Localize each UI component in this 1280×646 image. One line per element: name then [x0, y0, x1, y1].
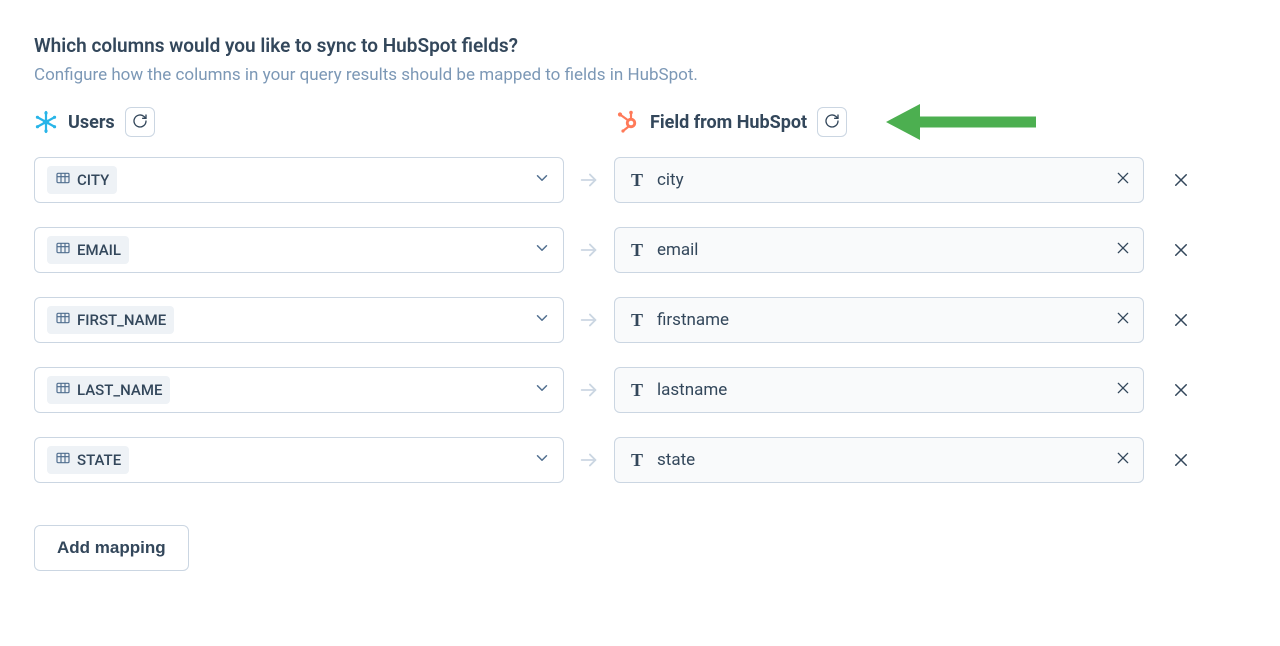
add-mapping-button[interactable]: Add mapping	[34, 525, 189, 571]
table-icon	[55, 240, 71, 260]
dest-field-select[interactable]: T firstname	[614, 297, 1144, 343]
source-column-select[interactable]: EMAIL	[34, 227, 564, 273]
text-type-icon: T	[627, 380, 647, 401]
dest-field-select[interactable]: T email	[614, 227, 1144, 273]
remove-mapping-button[interactable]	[1172, 241, 1190, 259]
clear-dest-button[interactable]	[1115, 380, 1131, 400]
chevron-down-icon	[533, 169, 551, 191]
text-type-icon: T	[627, 450, 647, 471]
map-arrow-icon	[564, 449, 614, 471]
dest-field-select[interactable]: T city	[614, 157, 1144, 203]
chevron-down-icon	[533, 309, 551, 331]
clear-dest-button[interactable]	[1115, 310, 1131, 330]
remove-mapping-button[interactable]	[1172, 311, 1190, 329]
mapping-rows: CITY T city EMAIL	[34, 157, 1246, 483]
dest-field-text: state	[657, 450, 695, 470]
chevron-down-icon	[533, 379, 551, 401]
clear-dest-button[interactable]	[1115, 170, 1131, 190]
table-icon	[55, 310, 71, 330]
hubspot-icon	[616, 110, 640, 134]
source-column-select[interactable]: FIRST_NAME	[34, 297, 564, 343]
refresh-dest-button[interactable]	[817, 107, 847, 137]
text-type-icon: T	[627, 170, 647, 191]
table-icon	[55, 450, 71, 470]
snowflake-icon	[34, 110, 58, 134]
dest-field-text: lastname	[657, 380, 727, 400]
source-column-text: LAST_NAME	[77, 381, 162, 399]
columns-header: Users	[34, 107, 1246, 137]
remove-mapping-button[interactable]	[1172, 381, 1190, 399]
source-header-label: Users	[68, 112, 115, 133]
table-icon	[55, 380, 71, 400]
chevron-down-icon	[533, 239, 551, 261]
clear-dest-button[interactable]	[1115, 240, 1131, 260]
mapping-row: LAST_NAME T lastname	[34, 367, 1246, 413]
map-arrow-icon	[564, 309, 614, 331]
remove-mapping-button[interactable]	[1172, 171, 1190, 189]
dest-field-text: firstname	[657, 310, 729, 330]
refresh-icon	[132, 113, 148, 132]
text-type-icon: T	[627, 310, 647, 331]
mapping-row: STATE T state	[34, 437, 1246, 483]
dest-header-label: Field from HubSpot	[650, 112, 807, 133]
annotation-arrow	[886, 87, 1046, 157]
source-column-select[interactable]: LAST_NAME	[34, 367, 564, 413]
map-arrow-icon	[564, 169, 614, 191]
map-arrow-icon	[564, 379, 614, 401]
source-column-select[interactable]: STATE	[34, 437, 564, 483]
mapping-row: CITY T city	[34, 157, 1246, 203]
source-column-text: EMAIL	[77, 241, 121, 259]
refresh-icon	[824, 113, 840, 132]
map-arrow-icon	[564, 239, 614, 261]
clear-dest-button[interactable]	[1115, 450, 1131, 470]
source-column-text: CITY	[77, 171, 109, 189]
refresh-source-button[interactable]	[125, 107, 155, 137]
page-heading: Which columns would you like to sync to …	[34, 34, 1246, 57]
dest-field-text: city	[657, 170, 684, 190]
page-subheading: Configure how the columns in your query …	[34, 65, 1246, 85]
source-column-text: FIRST_NAME	[77, 311, 166, 329]
table-icon	[55, 170, 71, 190]
chevron-down-icon	[533, 449, 551, 471]
dest-field-select[interactable]: T state	[614, 437, 1144, 483]
text-type-icon: T	[627, 240, 647, 261]
mapping-row: FIRST_NAME T firstname	[34, 297, 1246, 343]
mapping-row: EMAIL T email	[34, 227, 1246, 273]
dest-field-select[interactable]: T lastname	[614, 367, 1144, 413]
dest-field-text: email	[657, 240, 698, 260]
source-column-text: STATE	[77, 451, 121, 469]
remove-mapping-button[interactable]	[1172, 451, 1190, 469]
source-column-select[interactable]: CITY	[34, 157, 564, 203]
